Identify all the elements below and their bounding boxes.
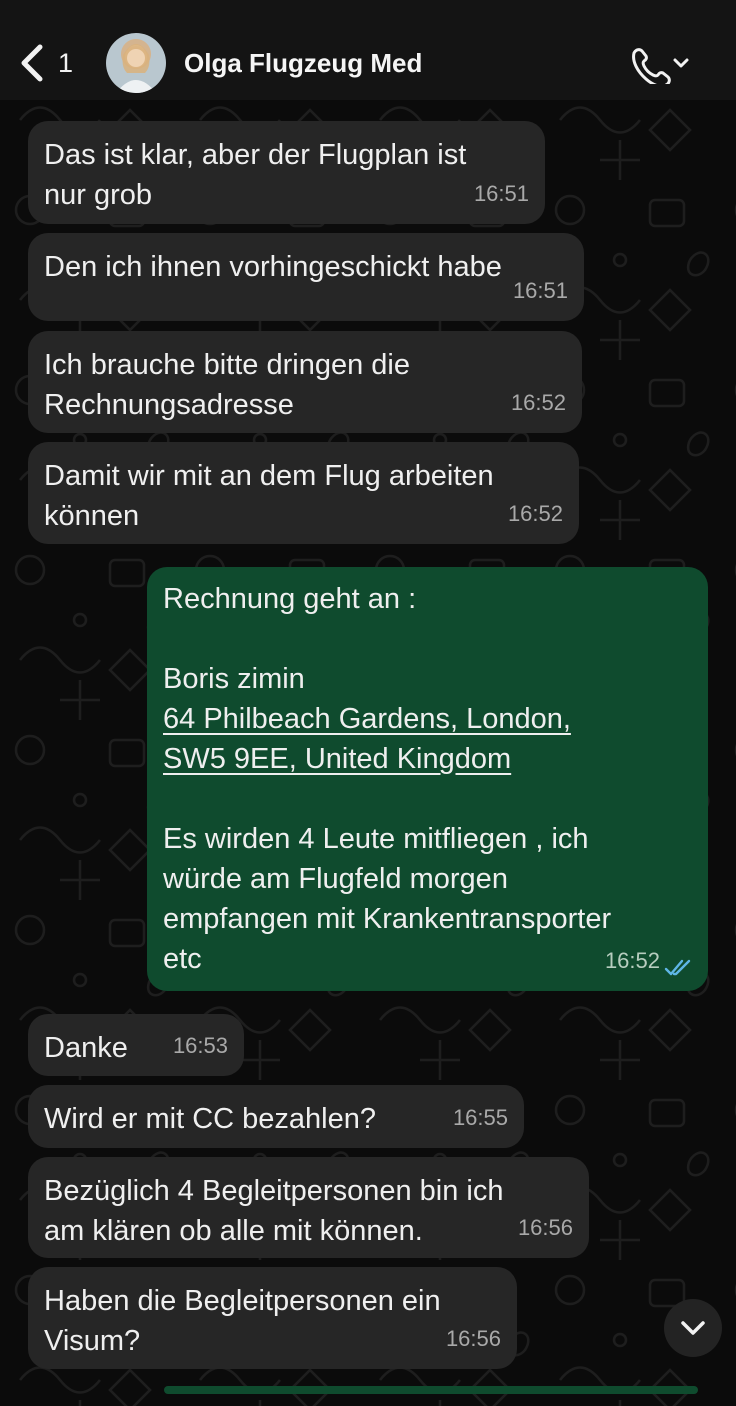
message-bubble-incoming[interactable]: Das ist klar, aber der Flugplan ist nur …: [28, 121, 545, 224]
message-time: 16:56: [445, 1326, 501, 1351]
message-text: Den ich ihnen vorhingeschickt habe: [44, 251, 502, 283]
message-intro: Rechnung geht an :: [163, 583, 417, 615]
unread-count: 1: [58, 47, 74, 78]
address-link-line1[interactable]: 64 Philbeach Gardens, London,: [163, 699, 692, 739]
scroll-to-bottom-button[interactable]: [664, 1299, 722, 1357]
message-time: 16:52: [507, 501, 563, 526]
message-bubble-incoming[interactable]: Ich brauche bitte dringen die Rechnungsa…: [28, 331, 582, 433]
message-time: 16:51: [473, 181, 529, 206]
double-check-icon: [664, 959, 691, 976]
message-bubble-incoming[interactable]: Bezüglich 4 Begleitpersonen bin ich am k…: [28, 1157, 589, 1258]
message-bubble-outgoing[interactable]: Rechnung geht an : Boris zimin 64 Philbe…: [147, 567, 708, 991]
phone-icon: [632, 48, 689, 88]
call-button[interactable]: [628, 44, 692, 88]
chevron-down-icon: [681, 1321, 705, 1335]
message-bubble-incoming[interactable]: Haben die Begleitpersonen ein Visum? 16:…: [28, 1267, 517, 1369]
message-time: 16:56: [517, 1215, 573, 1240]
message-time: 16:51: [512, 278, 568, 303]
chevron-left-icon: [21, 44, 43, 82]
message-time: 16:55: [452, 1105, 508, 1130]
avatar[interactable]: [106, 33, 166, 93]
message-text: Damit wir mit an dem Flug arbeiten könne…: [44, 460, 494, 532]
contact-name[interactable]: Olga Flugzeug Med: [184, 48, 422, 79]
message-text: Bezüglich 4 Begleitpersonen bin ich am k…: [44, 1175, 504, 1247]
message-text: Wird er mit CC bezahlen?: [44, 1103, 376, 1135]
message-time: 16:53: [172, 1033, 228, 1058]
message-time: 16:52: [604, 948, 660, 973]
message-bubble-incoming[interactable]: Den ich ihnen vorhingeschickt habe 16:51: [28, 233, 584, 321]
message-bubble-incoming[interactable]: Wird er mit CC bezahlen? 16:55: [28, 1085, 524, 1148]
message-text: Haben die Begleitpersonen ein Visum?: [44, 1285, 441, 1357]
address-link-line2[interactable]: SW5 9EE, United Kingdom: [163, 739, 692, 779]
next-message-edge: [164, 1386, 698, 1394]
message-bubble-incoming[interactable]: Danke 16:53: [28, 1014, 244, 1076]
message-bubble-incoming[interactable]: Damit wir mit an dem Flug arbeiten könne…: [28, 442, 579, 544]
chat-header: 1 Olga Flugzeug Med: [0, 0, 736, 100]
message-text: Das ist klar, aber der Flugplan ist nur …: [44, 139, 467, 211]
back-button[interactable]: 1: [18, 40, 78, 86]
message-text: Ich brauche bitte dringen die Rechnungsa…: [44, 349, 410, 421]
recipient-name: Boris zimin: [163, 663, 305, 695]
message-time: 16:52: [510, 390, 566, 415]
